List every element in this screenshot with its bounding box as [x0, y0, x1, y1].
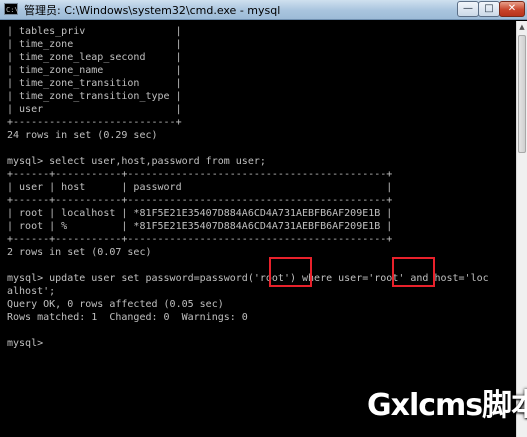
console-line: | user | host | password | — [7, 182, 393, 193]
scrollbar-thumb[interactable] — [518, 35, 526, 153]
console-output[interactable]: | tables_priv | | time_zone | | time_zone_… — [0, 21, 516, 437]
console-line: | tables_priv | — [7, 26, 182, 37]
minimize-button[interactable]: — — [457, 1, 479, 17]
highlight-box-user-value — [392, 257, 435, 287]
console-line: | user | — [7, 104, 182, 115]
console-line: Query OK, 0 rows affected (0.05 sec) — [7, 299, 224, 310]
cmd-window: C:\ 管理员: C:\Windows\system32\cmd.exe - m… — [0, 0, 527, 437]
console-line: 24 rows in set (0.29 sec) — [7, 130, 158, 141]
console-line: +------+-----------+--------------------… — [7, 195, 393, 206]
console-line: | time_zone_name | — [7, 65, 182, 76]
vertical-scrollbar[interactable]: ▲ — [516, 21, 527, 437]
highlight-box-password-value — [269, 257, 312, 287]
console-line: | time_zone_transition_type | — [7, 91, 182, 102]
console-line: +---------------------------+ — [7, 117, 182, 128]
close-button[interactable]: ✕ — [499, 1, 525, 17]
console-line: alhost'; — [7, 286, 56, 297]
console-line: | time_zone_leap_second | — [7, 52, 182, 63]
watermark-logo: Gxlcms脚本 — [367, 388, 527, 423]
console-line: mysql> — [7, 338, 44, 349]
scroll-up-arrow-icon[interactable]: ▲ — [517, 21, 527, 33]
maximize-button[interactable]: □ — [478, 1, 500, 17]
console-line: +------+-----------+--------------------… — [7, 169, 393, 180]
window-title: 管理员: C:\Windows\system32\cmd.exe - mysql — [24, 4, 281, 17]
console-line: | root | localhost | *81F5E21E35407D884A… — [7, 208, 393, 219]
console-line: | time_zone | — [7, 39, 182, 50]
title-bar[interactable]: C:\ 管理员: C:\Windows\system32\cmd.exe - m… — [0, 0, 527, 20]
console-line: | time_zone_transition | — [7, 78, 182, 89]
console-line: Rows matched: 1 Changed: 0 Warnings: 0 — [7, 312, 248, 323]
console-line: | root | % | *81F5E21E35407D884A6CD4A731… — [7, 221, 393, 232]
cmd-app-icon: C:\ — [4, 3, 19, 15]
console-line: +------+-----------+--------------------… — [7, 234, 393, 245]
console-line: 2 rows in set (0.07 sec) — [7, 247, 152, 258]
console-line: mysql> select user,host,password from us… — [7, 156, 266, 167]
